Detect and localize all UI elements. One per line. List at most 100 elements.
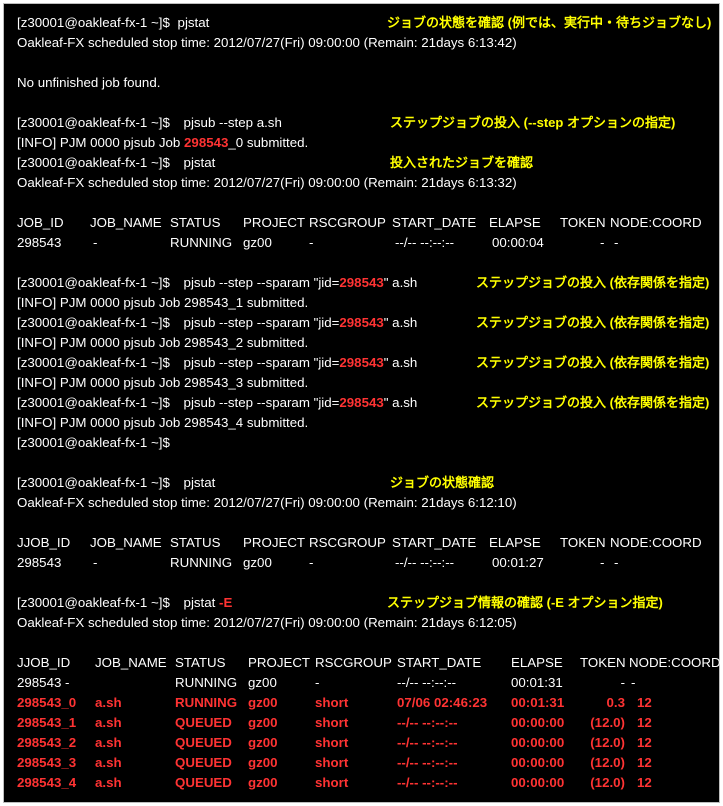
column-header: STATUS	[175, 655, 226, 670]
job-id-highlight: 298543	[339, 355, 384, 370]
command-line: [z30001@oakleaf-fx-1 ~]$ pjsub --step --…	[17, 353, 417, 373]
column-header: TOKEN	[580, 655, 626, 670]
cell-elapse: 00:00:00	[511, 735, 565, 750]
column-header: STATUS	[170, 215, 221, 230]
cell-status: QUEUED	[175, 775, 232, 790]
cell-job-id: 298543_0	[17, 695, 77, 710]
command-text: " a.sh	[383, 275, 418, 290]
column-header: JOB_NAME	[90, 535, 162, 550]
shell-prompt: [z30001@oakleaf-fx-1 ~]$	[17, 595, 170, 610]
cell-project: gz00	[248, 735, 278, 750]
annotation-note: ステップジョブの投入 (依存関係を指定)	[476, 355, 710, 370]
table-row: 298543_3 a.sh QUEUED gz00 short --/-- --:--:-…	[17, 753, 717, 773]
column-header: RSCGROUP	[315, 655, 392, 670]
cell-token: (12.0)	[590, 735, 625, 750]
command-line: [z30001@oakleaf-fx-1 ~]$ pjsub --step --…	[17, 313, 417, 333]
command-text: pjsub --step --sparam "jid=	[183, 315, 340, 330]
column-header: RSCGROUP	[309, 535, 386, 550]
cell-project: gz00	[248, 675, 277, 690]
cell-rscgroup: short	[315, 695, 349, 710]
cell-token: -	[600, 235, 605, 250]
cell-node-coord: -	[614, 555, 619, 570]
cell-job-name: -	[93, 235, 98, 250]
info-line: [INFO] PJM 0000 pjsub Job 298543_0 submi…	[17, 133, 308, 153]
table-row: 298543 - RUNNING gz00 - --/-- --:--:-- 0…	[17, 553, 717, 573]
table-row: 298543 - RUNNING gz00 - --/-- --:--:-- 0…	[17, 233, 717, 253]
shell-prompt: [z30001@oakleaf-fx-1 ~]$	[17, 15, 170, 30]
cell-status: QUEUED	[175, 735, 232, 750]
cell-start-date: --/-- --:--:--	[395, 235, 455, 250]
cell-node-coord: -	[614, 235, 619, 250]
stop-time-line: Oakleaf-FX scheduled stop time: 2012/07/…	[17, 495, 517, 510]
job-id-highlight: 298543	[339, 275, 384, 290]
command-line: [z30001@oakleaf-fx-1 ~]$ pjsub --step --…	[17, 393, 417, 413]
cell-token: -	[600, 555, 605, 570]
cell-job-id: 298543	[17, 675, 62, 690]
annotation-note: 投入されたジョブを確認	[390, 155, 534, 170]
shell-prompt: [z30001@oakleaf-fx-1 ~]$	[17, 355, 170, 370]
cell-rscgroup: short	[315, 775, 349, 790]
info-text: _0 submitted.	[228, 135, 309, 150]
cell-status: RUNNING	[170, 235, 233, 250]
cell-project: gz00	[243, 555, 272, 570]
table-row: 298543_4 a.sh QUEUED gz00 short --/-- --:--:-…	[17, 773, 717, 793]
cell-rscgroup: -	[309, 235, 314, 250]
column-header: TOKEN	[560, 535, 606, 550]
command-line: [z30001@oakleaf-fx-1 ~]$	[17, 433, 170, 453]
cell-elapse: 00:00:00	[511, 775, 565, 790]
cell-job-id: 298543_1	[17, 715, 77, 730]
stop-time-line: Oakleaf-FX scheduled stop time: 2012/07/…	[17, 615, 517, 630]
cell-elapse: 00:00:04	[492, 235, 544, 250]
shell-prompt: [z30001@oakleaf-fx-1 ~]$	[17, 155, 170, 170]
cell-start-date: --/-- --:--:--	[397, 715, 458, 730]
table-row: 298543_1 a.sh QUEUED gz00 short --/-- --:--:-…	[17, 713, 717, 733]
cell-rscgroup: short	[315, 735, 349, 750]
command-text: pjstat	[177, 15, 210, 30]
table-header: JOB_ID JOB_NAME STATUS PROJECT RSCGROUP …	[17, 213, 717, 233]
cell-token: (12.0)	[590, 755, 625, 770]
column-header: NODE:COORD	[610, 535, 702, 550]
cell-rscgroup: short	[315, 715, 349, 730]
annotation-note: ジョブの状態確認	[390, 475, 495, 490]
info-line: [INFO] PJM 0000 pjsub Job 298543_3 submi…	[17, 375, 309, 390]
cell-job-id: 298543	[17, 235, 62, 250]
cell-rscgroup: short	[315, 755, 349, 770]
command-text: pjstat	[183, 595, 220, 610]
column-header: JOB_NAME	[90, 215, 162, 230]
column-header: JJOB_ID	[17, 655, 71, 670]
info-line: [INFO] PJM 0000 pjsub Job 298543_1 submi…	[17, 295, 309, 310]
cell-elapse: 00:00:00	[511, 715, 565, 730]
stop-time-line: Oakleaf-FX scheduled stop time: 2012/07/…	[17, 175, 517, 190]
cell-token: 0.3	[606, 695, 626, 710]
command-line: [z30001@oakleaf-fx-1 ~]$ pjstat	[17, 13, 209, 33]
column-header: START_DATE	[397, 655, 482, 670]
terminal-window[interactable]: [z30001@oakleaf-fx-1 ~]$ pjstat ジョブの状態を確…	[3, 3, 721, 803]
cell-elapse: 00:01:31	[511, 675, 563, 690]
cell-job-name: a.sh	[95, 715, 122, 730]
cell-job-name: -	[65, 675, 70, 690]
cell-project: gz00	[248, 715, 278, 730]
cell-start-date: --/-- --:--:--	[397, 755, 458, 770]
cell-node-coord: -	[631, 675, 636, 690]
annotation-note: ジョブの状態を確認 (例では、実行中・待ちジョブなし)	[387, 15, 712, 30]
cell-status: RUNNING	[170, 555, 233, 570]
cell-start-date: --/-- --:--:--	[397, 775, 458, 790]
cell-node-coord: 12	[637, 775, 652, 790]
cell-status: RUNNING	[175, 695, 238, 710]
cell-rscgroup: -	[315, 675, 320, 690]
shell-prompt: [z30001@oakleaf-fx-1 ~]$	[17, 395, 170, 410]
cell-token: (12.0)	[590, 775, 625, 790]
column-header: NODE:COORD	[629, 655, 721, 670]
cell-elapse: 00:00:00	[511, 755, 565, 770]
annotation-note: ステップジョブの投入 (依存関係を指定)	[476, 395, 710, 410]
cell-status: QUEUED	[175, 715, 232, 730]
cell-job-name: -	[93, 555, 98, 570]
command-text: pjsub --step --sparam "jid=	[183, 395, 340, 410]
cell-job-id: 298543_3	[17, 755, 77, 770]
cell-project: gz00	[248, 695, 278, 710]
column-header: START_DATE	[392, 535, 477, 550]
cell-start-date: --/-- --:--:--	[397, 675, 457, 690]
annotation-note: ステップジョブ情報の確認 (-E オプション指定)	[387, 595, 663, 610]
command-text: " a.sh	[383, 355, 418, 370]
command-line: [z30001@oakleaf-fx-1 ~]$ pjsub --step a.…	[17, 113, 282, 133]
